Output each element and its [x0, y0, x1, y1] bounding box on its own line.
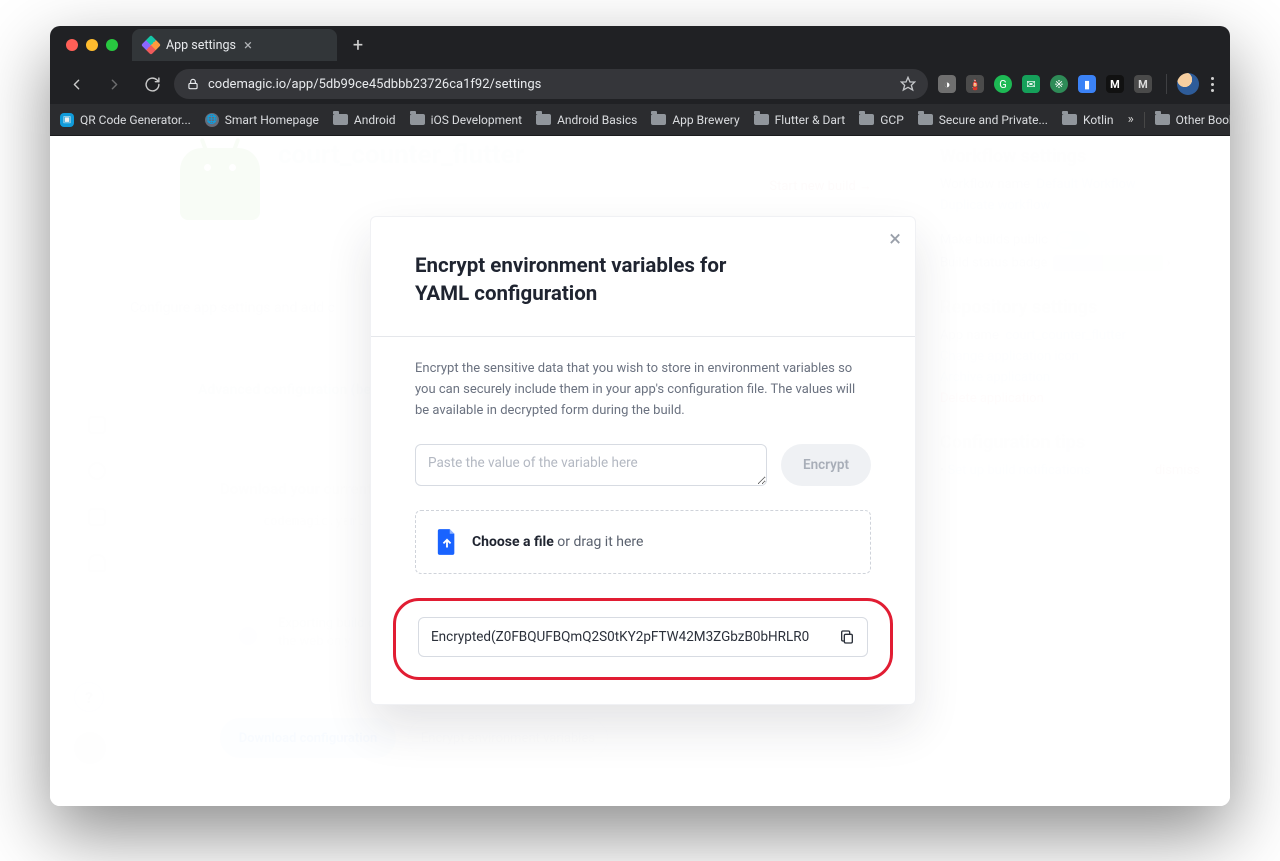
folder-icon	[1155, 114, 1170, 125]
divider	[1166, 74, 1167, 94]
card-line-2: the web only.	[278, 634, 353, 649]
medium-icon[interactable]: M	[1106, 75, 1124, 93]
extension-icon[interactable]: ▮	[1078, 75, 1096, 93]
bookmarks-overflow-icon[interactable]: »	[1128, 112, 1134, 127]
start-build-button[interactable]: Start new build →	[769, 178, 872, 194]
folder-icon	[536, 114, 551, 125]
bookmark-folder[interactable]: iOS Development	[410, 113, 522, 127]
divider	[371, 336, 915, 337]
help-button[interactable]: ?	[74, 682, 104, 712]
other-bookmarks[interactable]: Other Bookmarks	[1155, 113, 1230, 127]
url-text: codemagic.io/app/5db99ce45dbbb23726ca1f9…	[208, 77, 541, 92]
chrome-frame: App settings × + codemagic.io/app/5db99c…	[50, 26, 1230, 136]
folder-icon	[918, 114, 933, 125]
nav-icon[interactable]	[88, 508, 106, 526]
bookmarks-bar: ▣QR Code Generator... 🌐Smart Homepage An…	[50, 104, 1230, 136]
window-controls[interactable]	[60, 39, 124, 51]
dismiss-tip-link[interactable]: dismiss	[1155, 463, 1200, 478]
folder-icon	[333, 114, 348, 125]
extension-icon[interactable]: ✉	[1022, 75, 1040, 93]
bookmark-folder[interactable]: Android Basics	[536, 113, 637, 127]
close-modal-button[interactable]: ×	[889, 229, 901, 251]
variable-value-input[interactable]	[415, 444, 767, 486]
configure-text: Configure app settings and add c	[130, 300, 335, 316]
bookmark-folder[interactable]: Flutter & Dart	[754, 113, 846, 127]
tab-title: App settings	[166, 38, 236, 53]
archive-app-link[interactable]: Archive application	[940, 370, 1200, 385]
delete-app-link[interactable]: Delete application	[940, 391, 1200, 406]
copy-icon[interactable]	[839, 628, 855, 646]
download-heading: Download your current	[220, 480, 372, 498]
bookmark-folder[interactable]: Android	[333, 113, 396, 127]
dropzone-text: Choose a file or drag it here	[472, 534, 643, 550]
nav-icon[interactable]	[88, 462, 106, 480]
extension-icon[interactable]: M	[1134, 75, 1152, 93]
android-app-icon	[180, 148, 260, 220]
duplicate-workflow-link[interactable]: Duplicate workflow	[940, 198, 1200, 213]
bookmark-item[interactable]: ▣QR Code Generator...	[60, 113, 191, 127]
lock-icon	[186, 77, 200, 91]
folder-icon	[859, 114, 874, 125]
extension-icons: ◑ 🧯 G ✉ ※ ▮ M M	[934, 75, 1156, 93]
browser-tab[interactable]: App settings ×	[132, 29, 337, 61]
yaml-filename: codemagic.yaml	[263, 514, 364, 528]
nav-forward-button[interactable]	[98, 68, 130, 100]
right-sidebar: Workflow settings Workflow name Default …	[940, 138, 1200, 484]
extension-icon[interactable]: ◑	[938, 75, 956, 93]
download-config-button[interactable]: Download configuration	[220, 718, 396, 758]
modal-description: Encrypt the sensitive data that you wish…	[415, 359, 871, 421]
browser-window: App settings × + codemagic.io/app/5db99c…	[50, 26, 1230, 806]
profile-avatar[interactable]	[1177, 73, 1199, 95]
extension-icon[interactable]: 🧯	[966, 75, 984, 93]
change-icon-link[interactable]: Change application icon	[940, 349, 1200, 364]
address-bar[interactable]: codemagic.io/app/5db99ce45dbbb23726ca1f9…	[174, 69, 928, 99]
info-icon	[239, 627, 257, 645]
advanced-config-heading: Advanced configuration (beta)	[198, 382, 388, 398]
encrypt-env-modal: × Encrypt environment variables for YAML…	[370, 216, 916, 705]
user-avatar[interactable]	[74, 732, 106, 764]
grammarly-icon[interactable]: G	[994, 75, 1012, 93]
modal-title: Encrypt environment variables for YAML c…	[415, 253, 775, 308]
codemagic-favicon-icon	[141, 35, 161, 55]
folder-icon	[651, 114, 666, 125]
evernote-icon[interactable]: ※	[1050, 75, 1068, 93]
nav-icon[interactable]	[88, 416, 106, 434]
close-tab-icon[interactable]: ×	[244, 38, 252, 53]
app-title: court_counter_flutter	[278, 140, 524, 170]
encrypt-vars-button[interactable]: Encrypt environment variables	[408, 718, 608, 758]
bookmark-folder[interactable]: GCP	[859, 113, 904, 127]
nav-back-button[interactable]	[60, 68, 92, 100]
upload-file-icon	[436, 529, 458, 555]
divider	[1144, 112, 1145, 128]
folder-icon	[1062, 114, 1077, 125]
bookmark-star-icon[interactable]	[900, 76, 916, 92]
new-tab-button[interactable]: +	[345, 32, 371, 58]
encrypted-value: Encrypted(Z0FBQUFBQmQ2S0tKY2pFTW42M3ZGbz…	[431, 629, 829, 645]
page-content: court_counter_flutter Start new build → …	[50, 136, 1230, 806]
fullscreen-window-icon[interactable]	[106, 39, 118, 51]
browser-toolbar: codemagic.io/app/5db99ce45dbbb23726ca1f9…	[50, 64, 1230, 104]
folder-icon	[410, 114, 425, 125]
close-window-icon[interactable]	[66, 39, 78, 51]
left-rail-nav	[88, 416, 106, 554]
encrypt-button[interactable]: Encrypt	[781, 444, 871, 486]
bookmark-folder[interactable]: App Brewery	[651, 113, 739, 127]
public-toggle[interactable]	[1056, 231, 1090, 249]
bookmark-folder[interactable]: Secure and Private...	[918, 113, 1048, 127]
browser-menu-button[interactable]	[1205, 77, 1220, 92]
bookmark-item[interactable]: 🌐Smart Homepage	[205, 113, 319, 127]
tab-strip: App settings × +	[50, 26, 1230, 64]
folder-icon	[754, 114, 769, 125]
file-dropzone[interactable]: Choose a file or drag it here	[415, 510, 871, 574]
card-line-1: Exporting build c	[278, 616, 375, 631]
status-badge-image	[1053, 255, 1163, 271]
repo-settings-heading: Repository settings	[940, 297, 1200, 318]
config-tips-heading: Configuration tips	[940, 432, 1200, 453]
encrypted-result-field[interactable]: Encrypted(Z0FBQUFBQmQ2S0tKY2pFTW42M3ZGbz…	[418, 617, 868, 657]
reload-button[interactable]	[136, 68, 168, 100]
workflow-settings-heading: Workflow settings	[940, 146, 1200, 167]
minimize-window-icon[interactable]	[86, 39, 98, 51]
encrypted-result-highlight: Encrypted(Z0FBQUFBQmQ2S0tKY2pFTW42M3ZGbz…	[393, 598, 893, 680]
bookmark-folder[interactable]: Kotlin	[1062, 113, 1114, 127]
